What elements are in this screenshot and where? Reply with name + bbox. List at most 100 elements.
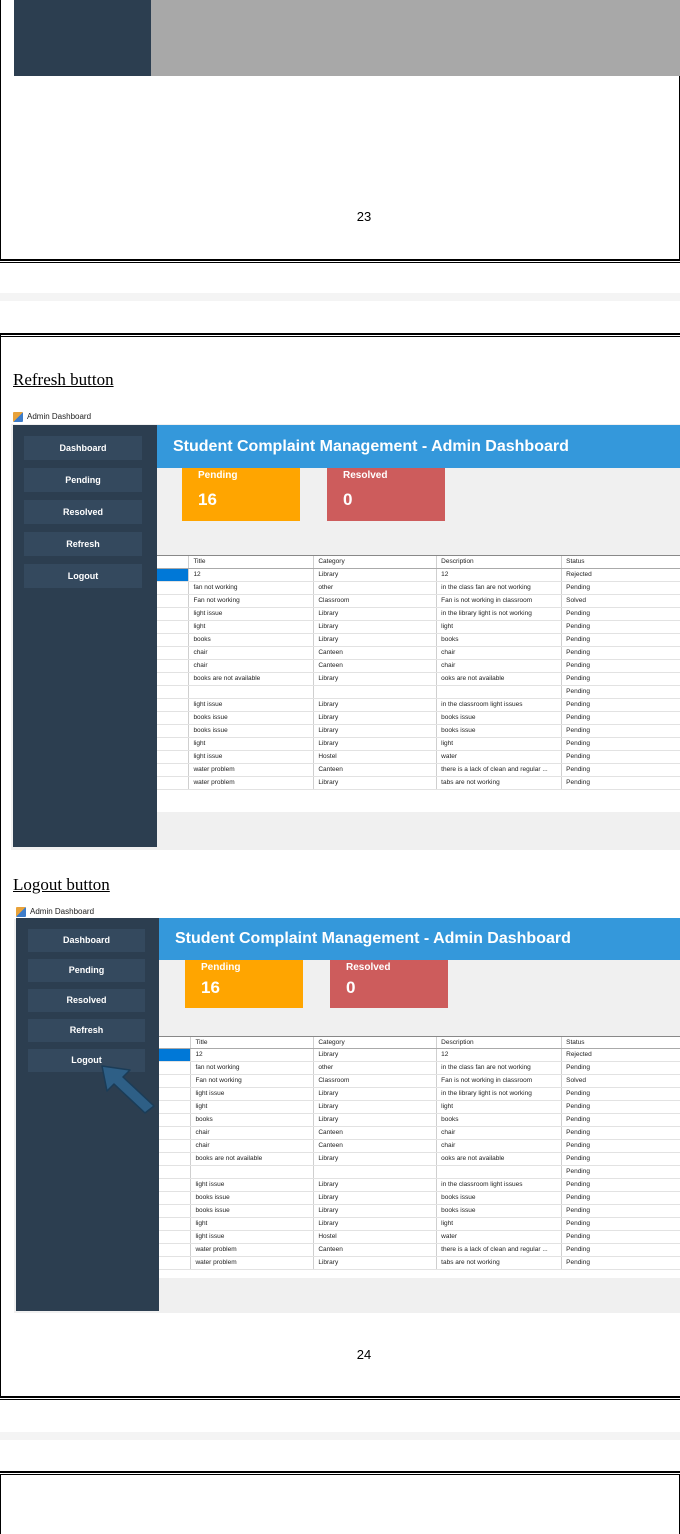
description-cell[interactable]: in the class fan are not working	[436, 581, 563, 595]
title-cell[interactable]: water problem	[188, 763, 315, 777]
table-row[interactable]: Pending	[159, 1165, 680, 1179]
title-cell[interactable]: fan not working	[190, 1061, 315, 1075]
status-cell[interactable]: Pending	[561, 607, 680, 621]
table-row[interactable]: 12 Library 12 Rejected	[157, 568, 680, 582]
status-cell[interactable]: Pending	[561, 750, 680, 764]
title-cell[interactable]: light issue	[188, 698, 315, 712]
table-row[interactable]: water problem Library tabs are not working…	[157, 776, 680, 790]
table-row[interactable]: books Library books Pending	[159, 1113, 680, 1127]
status-cell[interactable]: Solved	[561, 594, 680, 608]
title-cell[interactable]	[190, 1165, 315, 1179]
title-cell[interactable]: light	[188, 620, 315, 634]
table-row[interactable]: books issue Library books issue Pending	[159, 1204, 680, 1218]
table-row[interactable]: light Library light Pending	[157, 737, 680, 751]
table-row[interactable]: Fan not working Classroom Fan is not worki…	[159, 1074, 680, 1088]
status-cell[interactable]: Rejected	[561, 568, 680, 582]
category-cell[interactable]	[313, 1165, 438, 1179]
table-row[interactable]: fan not working other in the class fan are…	[157, 581, 680, 595]
table-row[interactable]: books issue Library books issue Pending	[157, 711, 680, 725]
table-row[interactable]: chair Canteen chair Pending	[159, 1126, 680, 1140]
status-cell[interactable]: Pending	[561, 581, 680, 595]
nav-pending-button[interactable]: Pending	[28, 959, 145, 982]
title-cell[interactable]: 12	[190, 1048, 315, 1062]
title-cell[interactable]: chair	[190, 1139, 315, 1153]
description-cell[interactable]	[436, 1165, 563, 1179]
table-row[interactable]: Fan not working Classroom Fan is not worki…	[157, 594, 680, 608]
category-cell[interactable]: Library	[313, 724, 438, 738]
status-cell[interactable]: Pending	[561, 1217, 680, 1231]
table-row[interactable]: chair Canteen chair Pending	[159, 1139, 680, 1153]
table-row[interactable]: fan not working other in the class fan are…	[159, 1061, 680, 1075]
title-cell[interactable]: books	[190, 1113, 315, 1127]
table-row[interactable]: light issue Library in the classroom light…	[159, 1178, 680, 1192]
status-cell[interactable]: Pending	[561, 737, 680, 751]
row-header[interactable]	[159, 1243, 192, 1257]
category-cell[interactable]: Classroom	[313, 594, 438, 608]
category-cell[interactable]: Canteen	[313, 646, 438, 660]
row-header[interactable]	[157, 633, 190, 647]
status-cell[interactable]: Pending	[561, 1243, 680, 1257]
status-cell[interactable]: Pending	[561, 724, 680, 738]
row-header[interactable]	[157, 594, 190, 608]
description-cell[interactable]: in the classroom light issues	[436, 1178, 563, 1192]
description-cell[interactable]: there is a lack of clean and regular ...	[436, 763, 563, 777]
table-row[interactable]: water problem Canteen there is a lack of c…	[159, 1243, 680, 1257]
status-cell[interactable]: Pending	[561, 646, 680, 660]
table-row[interactable]: light Library light Pending	[159, 1100, 680, 1114]
category-cell[interactable]: Canteen	[313, 1139, 438, 1153]
row-header[interactable]	[159, 1152, 192, 1166]
complaints-grid[interactable]: Title Category Description Status 12 Libr…	[157, 555, 680, 812]
category-cell[interactable]: Library	[313, 1256, 438, 1270]
table-row[interactable]: light issue Library in the library light i…	[159, 1087, 680, 1101]
category-cell[interactable]: Library	[313, 1204, 438, 1218]
description-cell[interactable]: in the library light is not working	[436, 1087, 563, 1101]
status-cell[interactable]: Pending	[561, 1204, 680, 1218]
title-cell[interactable]: chair	[190, 1126, 315, 1140]
status-cell[interactable]: Pending	[561, 711, 680, 725]
table-row[interactable]: water problem Library tabs are not working…	[159, 1256, 680, 1270]
column-header-category[interactable]: Category	[313, 1037, 438, 1049]
row-header[interactable]	[157, 607, 190, 621]
category-cell[interactable]: Hostel	[313, 1230, 438, 1244]
table-row[interactable]: books issue Library books issue Pending	[159, 1191, 680, 1205]
table-row[interactable]: chair Canteen chair Pending	[157, 659, 680, 673]
row-header[interactable]	[157, 737, 190, 751]
row-header[interactable]	[157, 581, 190, 595]
row-header[interactable]	[157, 711, 190, 725]
description-cell[interactable]: there is a lack of clean and regular ...	[436, 1243, 563, 1257]
description-cell[interactable]: light	[436, 1100, 563, 1114]
column-header-status[interactable]: Status	[561, 556, 680, 569]
title-cell[interactable]: light	[190, 1100, 315, 1114]
description-cell[interactable]: ooks are not available	[436, 1152, 563, 1166]
status-cell[interactable]: Rejected	[561, 1048, 680, 1062]
row-header[interactable]	[157, 724, 190, 738]
table-row[interactable]: books are not available Library ooks are n…	[157, 672, 680, 686]
table-row[interactable]: light Library light Pending	[159, 1217, 680, 1231]
title-cell[interactable]: books	[188, 633, 315, 647]
status-cell[interactable]: Pending	[561, 698, 680, 712]
title-cell[interactable]: 12	[188, 568, 315, 582]
description-cell[interactable]: water	[436, 1230, 563, 1244]
description-cell[interactable]: 12	[436, 1048, 563, 1062]
row-header[interactable]	[159, 1074, 192, 1088]
nav-refresh-button[interactable]: Refresh	[28, 1019, 145, 1042]
row-header[interactable]	[159, 1165, 192, 1179]
row-header[interactable]	[157, 620, 190, 634]
column-header-description[interactable]: Description	[436, 1037, 563, 1049]
description-cell[interactable]: light	[436, 1217, 563, 1231]
category-cell[interactable]: Canteen	[313, 1126, 438, 1140]
status-cell[interactable]: Pending	[561, 1087, 680, 1101]
status-cell[interactable]: Pending	[561, 1256, 680, 1270]
status-cell[interactable]: Pending	[561, 763, 680, 777]
status-cell[interactable]: Pending	[561, 1230, 680, 1244]
description-cell[interactable]: books	[436, 1113, 563, 1127]
row-header[interactable]	[159, 1191, 192, 1205]
title-cell[interactable]: light issue	[190, 1178, 315, 1192]
category-cell[interactable]: Library	[313, 1152, 438, 1166]
table-row[interactable]: light issue Hostel water Pending	[157, 750, 680, 764]
column-header-title[interactable]: Title	[188, 556, 315, 569]
nav-logout-button[interactable]: Logout	[24, 564, 142, 588]
row-header[interactable]	[157, 763, 190, 777]
nav-pending-button[interactable]: Pending	[24, 468, 142, 492]
row-header[interactable]	[159, 1217, 192, 1231]
